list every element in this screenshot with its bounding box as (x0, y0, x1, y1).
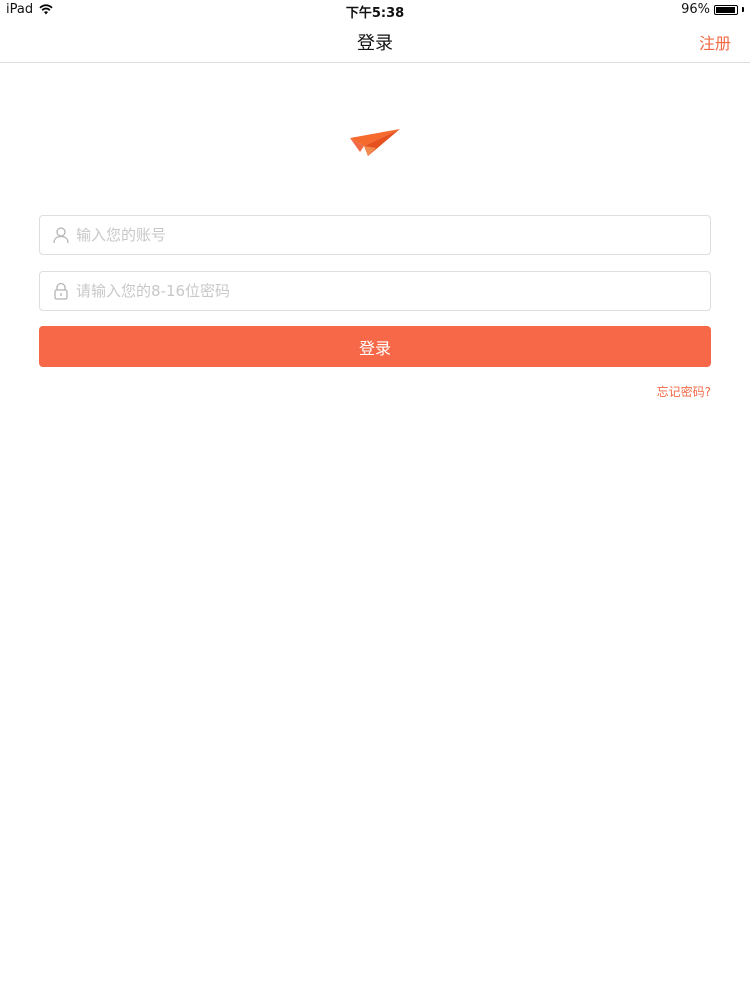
status-time: 下午5:38 (345, 6, 405, 21)
page-title: 登录 (357, 33, 393, 54)
nav-bar: 登录 注册 (0, 20, 750, 63)
paper-plane-icon (350, 129, 400, 156)
battery-tip (742, 7, 744, 12)
password-field[interactable] (39, 271, 711, 311)
password-input[interactable] (76, 272, 696, 310)
register-button[interactable]: 注册 (699, 30, 731, 54)
battery-icon (714, 4, 738, 15)
forgot-password-link[interactable]: 忘记密码? (657, 383, 711, 400)
account-input[interactable] (76, 216, 696, 254)
status-right: 96% (681, 2, 744, 17)
status-bar: iPad 下午5:38 96% (0, 0, 750, 21)
lock-icon (54, 282, 68, 300)
battery-percent: 96% (681, 2, 710, 17)
battery-fill (716, 6, 736, 13)
user-icon (53, 227, 69, 244)
login-button[interactable]: 登录 (39, 326, 711, 367)
account-field[interactable] (39, 215, 711, 255)
